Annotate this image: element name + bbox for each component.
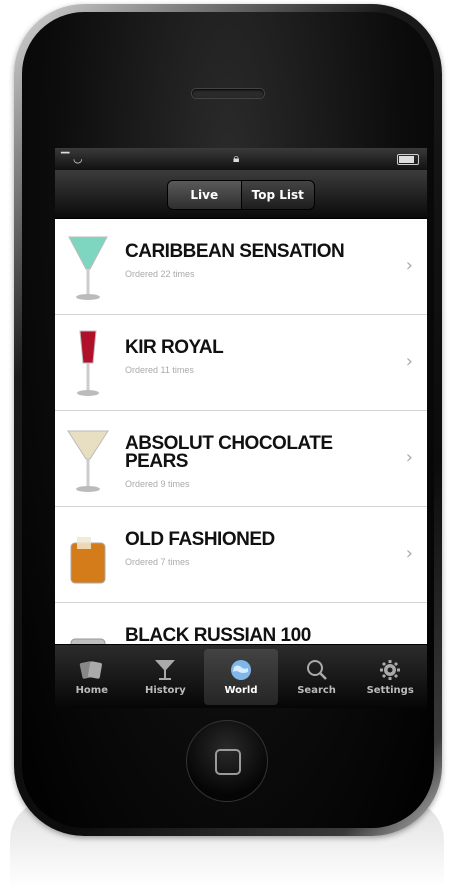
tab-label: History	[144, 685, 186, 696]
rocks-glass-icon	[70, 638, 106, 644]
list-item[interactable]: OLD FASHIONED Ordered 7 times ›	[55, 507, 427, 603]
tab-history[interactable]: History	[129, 645, 203, 708]
globe-icon	[230, 660, 251, 680]
tab-bar: Home History World Search Settings	[55, 644, 427, 708]
lock-icon: 🔒︎	[233, 151, 240, 165]
tab-search[interactable]: Search	[280, 645, 354, 708]
tab-world[interactable]: World	[204, 649, 278, 705]
tab-home[interactable]: Home	[55, 645, 129, 708]
battery-icon	[397, 154, 419, 165]
tab-label: Home	[75, 685, 109, 696]
tab-label: World	[224, 685, 258, 696]
list-item[interactable]: BLACK RUSSIAN 100 ›	[55, 603, 427, 644]
drink-name: KIR ROYAL	[125, 337, 224, 358]
list-item[interactable]: ABSOLUT CHOCOLATE PEARS Ordered 9 times …	[55, 411, 427, 507]
drink-name: BLACK RUSSIAN 100	[125, 625, 311, 644]
drink-name: ABSOLUT CHOCOLATE PEARS	[125, 433, 333, 472]
home-button[interactable]	[186, 720, 268, 802]
order-count: Ordered 11 times	[125, 365, 194, 375]
cards-icon	[79, 661, 102, 679]
gear-icon	[380, 660, 401, 680]
chevron-right-icon: ›	[405, 351, 413, 372]
status-bar: ▔ ◡ 🔒︎	[55, 148, 427, 170]
list-item[interactable]: CARIBBEAN SENSATION Ordered 22 times ›	[55, 219, 427, 315]
segment-top-list[interactable]: Top List	[242, 181, 315, 209]
rocks-glass-icon	[70, 537, 106, 584]
order-count: Ordered 9 times	[125, 479, 190, 489]
chevron-right-icon: ›	[405, 255, 413, 276]
chevron-right-icon: ›	[405, 543, 413, 564]
drink-list: CARIBBEAN SENSATION Ordered 22 times › K…	[55, 219, 427, 644]
tab-label: Search	[297, 685, 336, 696]
champagne-flute-icon	[77, 330, 99, 396]
tab-settings[interactable]: Settings	[353, 645, 427, 708]
order-count: Ordered 22 times	[125, 269, 195, 279]
list-item[interactable]: KIR ROYAL Ordered 11 times ›	[55, 315, 427, 411]
search-icon	[306, 660, 327, 680]
drink-name: OLD FASHIONED	[125, 529, 275, 550]
chevron-right-icon: ›	[405, 447, 413, 468]
speaker-grille	[191, 88, 265, 99]
wifi-icon: ▔ ◡	[61, 152, 83, 165]
cocktail-icon	[155, 660, 176, 680]
screen: ▔ ◡ 🔒︎ Live Top List CARIBBEAN SENSATION…	[55, 148, 427, 708]
martini-glass-icon	[67, 430, 109, 492]
tab-label: Settings	[366, 685, 414, 696]
segmented-control: Live Top List	[167, 180, 315, 210]
segment-live[interactable]: Live	[168, 181, 242, 209]
drink-name: CARIBBEAN SENSATION	[125, 241, 345, 262]
home-square-icon	[215, 749, 241, 775]
cocktail-glass-icon	[68, 236, 108, 300]
navigation-bar: Live Top List	[55, 170, 427, 219]
order-count: Ordered 7 times	[125, 557, 190, 567]
